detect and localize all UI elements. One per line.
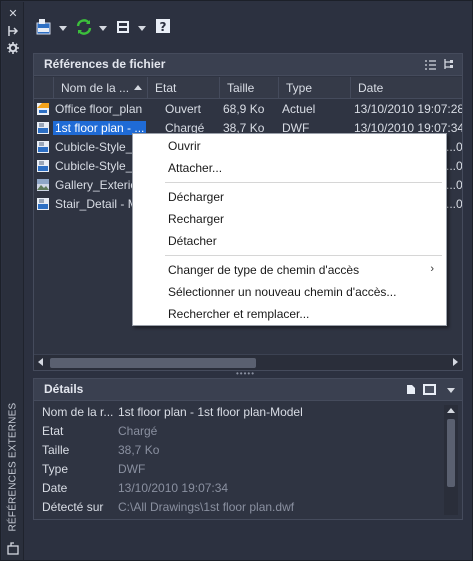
row-date: ...07 <box>446 140 462 154</box>
menu-separator <box>165 255 442 256</box>
horizontal-scrollbar[interactable] <box>34 354 462 370</box>
menu-item-attacher[interactable]: Attacher... <box>168 161 222 175</box>
details-collapse-chevron-down-icon[interactable] <box>447 388 455 393</box>
palette-side-strip: ✕ RÉFÉRENCES EXTERNES <box>2 2 24 560</box>
tree-view-icon[interactable] <box>443 58 454 73</box>
menu-item-changer-type-chemin[interactable]: Changer de type de chemin d'accès <box>168 263 359 277</box>
column-date[interactable]: Date <box>351 77 462 99</box>
details-panel: Détails Nom de la r... 1st floor plan - … <box>33 378 463 520</box>
details-value: DWF <box>118 462 146 476</box>
menu-item-detacher[interactable]: Détacher <box>168 234 217 248</box>
column-name[interactable]: Nom de la ... <box>54 77 148 99</box>
submenu-chevron-right-icon: › <box>430 263 434 275</box>
scroll-right-icon[interactable] <box>453 358 458 366</box>
details-label: Etat <box>42 424 64 438</box>
row-etat: Ouvert <box>165 102 202 116</box>
row-date: ...05 <box>446 197 462 211</box>
file-references-header: Références de fichier <box>34 54 462 76</box>
row-type: Actuel <box>282 102 316 116</box>
vertical-scroll-thumb[interactable] <box>447 419 455 487</box>
column-taille[interactable]: Taille <box>220 77 279 99</box>
details-value: Chargé <box>118 424 158 438</box>
row-name: Office floor_plan <box>55 102 143 116</box>
menu-item-rechercher-remplacer[interactable]: Rechercher et remplacer... <box>168 307 309 321</box>
path-dropdown-chevron-down-icon[interactable] <box>138 26 146 31</box>
column-headers: Nom de la ... Etat Taille Type Date <box>34 77 462 99</box>
refresh-dropdown-chevron-down-icon[interactable] <box>99 26 107 31</box>
details-label: Détecté sur <box>42 500 104 514</box>
details-value: C:\All Drawings\1st floor plan.dwf <box>118 500 295 514</box>
dwf-icon <box>36 121 50 135</box>
svg-text:?: ? <box>160 20 167 34</box>
details-label: Date <box>42 481 68 495</box>
attach-dwg-icon[interactable] <box>35 18 53 38</box>
details-header: Détails <box>34 379 462 401</box>
dwg-current-icon <box>36 102 50 116</box>
details-value: 13/10/2010 19:07:34 <box>118 481 229 495</box>
xref-toolbar: ? <box>31 13 191 41</box>
details-label: Nom de la r... <box>42 405 114 419</box>
menu-item-decharger[interactable]: Décharger <box>168 190 224 204</box>
refresh-icon[interactable] <box>75 18 93 38</box>
menu-separator <box>165 182 442 183</box>
help-icon[interactable]: ? <box>155 18 171 38</box>
close-icon[interactable]: ✕ <box>6 7 20 21</box>
list-view-icon[interactable] <box>425 59 436 73</box>
change-path-icon[interactable] <box>115 18 133 38</box>
horizontal-scroll-thumb[interactable] <box>50 358 256 368</box>
dwg-icon <box>36 197 50 211</box>
palette-title-vertical: RÉFÉRENCES EXTERNES <box>7 402 19 532</box>
image-icon <box>36 178 50 192</box>
properties-gear-icon[interactable] <box>6 42 20 56</box>
dwg-icon <box>36 159 50 173</box>
menu-item-selectionner-chemin[interactable]: Sélectionner un nouveau chemin d'accès..… <box>168 285 396 299</box>
details-label: Taille <box>42 443 70 457</box>
menu-item-ouvrir[interactable]: Ouvrir <box>168 139 201 153</box>
palette-menu-icon[interactable] <box>6 542 20 556</box>
dwg-icon <box>36 140 50 154</box>
sort-ascending-icon <box>134 85 142 90</box>
splitter-grip[interactable]: ••••• <box>236 370 256 378</box>
details-label: Type <box>42 462 69 476</box>
details-value: 38,7 Ko <box>118 443 160 457</box>
attach-dropdown-chevron-down-icon[interactable] <box>59 26 67 31</box>
panel-title: Références de fichier <box>44 57 166 71</box>
context-menu: Ouvrir Attacher... Décharger Recharger D… <box>132 133 447 326</box>
row-taille: 68,9 Ko <box>223 102 265 116</box>
external-references-palette: ✕ RÉFÉRENCES EXTERNES ? Références de fi… <box>0 0 473 561</box>
row-date: ...07 <box>446 159 462 173</box>
details-title: Détails <box>44 382 84 396</box>
details-view-icon[interactable] <box>406 384 416 398</box>
table-row[interactable]: Office floor_plan Ouvert 68,9 Ko Actuel … <box>34 100 462 119</box>
menu-item-recharger[interactable]: Recharger <box>168 212 224 226</box>
auto-hide-icon[interactable] <box>6 25 20 39</box>
scroll-left-icon[interactable] <box>38 358 43 366</box>
row-date: 13/10/2010 19:07:28 <box>354 102 462 116</box>
scroll-up-icon[interactable] <box>447 408 455 413</box>
column-type[interactable]: Type <box>279 77 351 99</box>
details-vertical-scrollbar[interactable] <box>444 405 458 515</box>
column-etat[interactable]: Etat <box>148 77 220 99</box>
details-value: 1st floor plan - 1st floor plan-Model <box>118 405 303 419</box>
preview-view-icon[interactable] <box>423 384 436 398</box>
row-date: ...02 <box>446 178 462 192</box>
column-icon <box>34 77 54 99</box>
